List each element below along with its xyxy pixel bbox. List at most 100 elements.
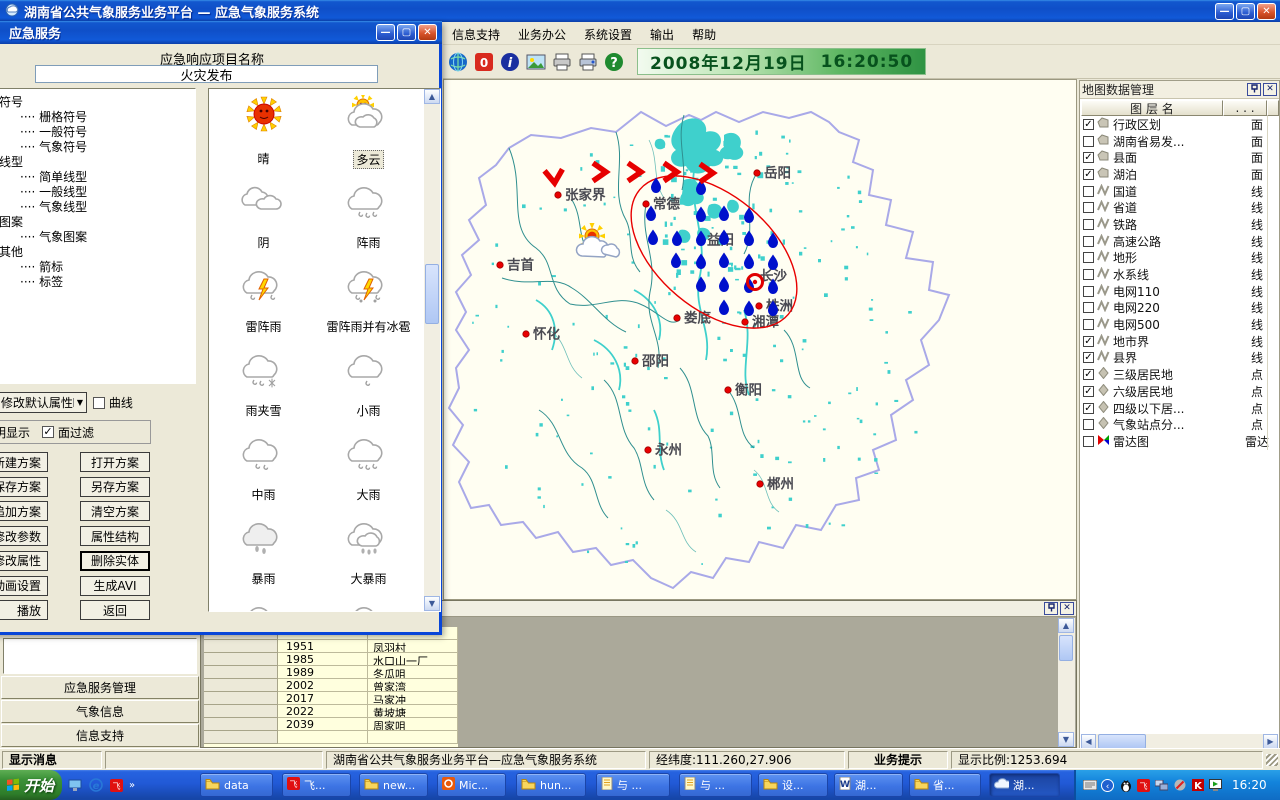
layer-row-雷达图[interactable]: 雷达图雷达 bbox=[1080, 433, 1277, 450]
pin-icon[interactable] bbox=[1247, 83, 1261, 96]
weather-symbol-阵雨[interactable]: 阵雨 bbox=[316, 179, 421, 251]
app-maximize-button[interactable]: ▢ bbox=[1236, 3, 1255, 20]
dialog-minimize-button[interactable]: — bbox=[376, 24, 395, 41]
layer-visibility-checkbox[interactable] bbox=[1083, 269, 1094, 280]
menu-item-信息支持[interactable]: 信息支持 bbox=[443, 24, 509, 45]
tree-item-图案[interactable]: 图案 bbox=[0, 215, 195, 230]
dialog-button-删除实体[interactable]: 删除实体 bbox=[80, 551, 150, 571]
app-close-button[interactable]: ✕ bbox=[1257, 3, 1276, 20]
tray-qq-icon[interactable] bbox=[1118, 778, 1133, 793]
quicklaunch-overflow-icon[interactable]: » bbox=[129, 780, 135, 791]
table-row[interactable]: 2002曾家湾 bbox=[204, 679, 458, 692]
weather-symbol-小雨[interactable]: 小雨 bbox=[316, 347, 421, 419]
dialog-button-动画设置[interactable]: 动画设置 bbox=[0, 576, 48, 596]
scroll-thumb[interactable] bbox=[425, 264, 439, 324]
bottom-vertical-scrollbar[interactable]: ▲ ▼ bbox=[1058, 618, 1075, 747]
layer-col-options-header[interactable]: . . . bbox=[1223, 100, 1267, 116]
tree-item-气象符号[interactable]: ···· 气象符号 bbox=[0, 140, 195, 155]
layer-row-铁路[interactable]: 铁路线 bbox=[1080, 216, 1277, 233]
table-row[interactable]: 2017马家冲 bbox=[204, 692, 458, 705]
station-table[interactable]: 1951凤羽村1985水口山一厂1989冬瓜咀2002曾家湾2017马家冲202… bbox=[204, 627, 458, 747]
table-row[interactable]: 1951凤羽村 bbox=[204, 640, 458, 653]
weather-symbol-暴雨[interactable]: 暴雨 bbox=[211, 515, 316, 587]
layer-visibility-checkbox[interactable] bbox=[1083, 136, 1094, 147]
weather-symbol-中雨[interactable]: 中雨 bbox=[211, 431, 316, 503]
layer-row-电网220[interactable]: 电网220线 bbox=[1080, 300, 1277, 317]
default-attr-dropdown[interactable]: 修改默认属性 ▼ bbox=[0, 392, 87, 413]
sidebar-listbox[interactable] bbox=[3, 638, 197, 674]
weather-symbol-雷阵雨[interactable]: 雷阵雨 bbox=[211, 263, 316, 335]
layer-row-三级居民地[interactable]: ✓三级居民地点 bbox=[1080, 366, 1277, 383]
taskbar-button-Mic...-3[interactable]: Mic... bbox=[437, 773, 506, 797]
scroll-up-icon[interactable]: ▲ bbox=[1058, 618, 1074, 633]
close-icon[interactable]: ✕ bbox=[1060, 602, 1074, 615]
tree-item-标签[interactable]: ···· 标签 bbox=[0, 275, 195, 290]
curve-checkbox[interactable]: 曲线 bbox=[93, 394, 133, 411]
face-filter-checkbox-box[interactable]: ✓ bbox=[42, 426, 54, 438]
symbol-scrollbar[interactable]: ▲ ▼ bbox=[424, 89, 440, 611]
taskbar-button-hun...-4[interactable]: hun... bbox=[516, 773, 586, 797]
tray-monitor-icon[interactable] bbox=[1208, 778, 1223, 793]
printer-alt-icon[interactable] bbox=[576, 50, 599, 73]
layer-row-高速公路[interactable]: 高速公路线 bbox=[1080, 233, 1277, 250]
layer-visibility-checkbox[interactable] bbox=[1083, 319, 1094, 330]
dialog-button-打开方案[interactable]: 打开方案 bbox=[80, 452, 150, 472]
tray-blocked-icon[interactable] bbox=[1172, 778, 1187, 793]
dialog-close-button[interactable]: ✕ bbox=[418, 24, 437, 41]
dialog-button-属性结构[interactable]: 属性结构 bbox=[80, 526, 150, 546]
layer-horizontal-scrollbar[interactable]: ◀ ▶ bbox=[1081, 734, 1278, 749]
dialog-button-返回[interactable]: 返回 bbox=[80, 600, 150, 620]
tray-fetion-icon[interactable]: 飞 bbox=[1136, 778, 1151, 793]
image-icon[interactable] bbox=[524, 50, 547, 73]
layer-row-地形[interactable]: 地形线 bbox=[1080, 250, 1277, 267]
menu-item-业务办公[interactable]: 业务办公 bbox=[509, 24, 575, 45]
dialog-button-另存方案[interactable]: 另存方案 bbox=[80, 477, 150, 497]
tree-item-箭标[interactable]: ···· 箭标 bbox=[0, 260, 195, 275]
layer-visibility-checkbox[interactable]: ✓ bbox=[1083, 369, 1094, 380]
layer-row-省道[interactable]: 省道线 bbox=[1080, 199, 1277, 216]
close-icon[interactable]: ✕ bbox=[1263, 83, 1277, 96]
tree-item-栅格符号[interactable]: ···· 栅格符号 bbox=[0, 110, 195, 125]
weather-symbol-晴[interactable]: 晴 bbox=[211, 95, 316, 167]
tree-item-气象图案[interactable]: ···· 气象图案 bbox=[0, 230, 195, 245]
printer-icon[interactable] bbox=[550, 50, 573, 73]
menu-item-系统设置[interactable]: 系统设置 bbox=[575, 24, 641, 45]
layer-row-行政区划[interactable]: ✓行政区划面 bbox=[1080, 116, 1277, 133]
layer-visibility-checkbox[interactable]: ✓ bbox=[1083, 352, 1094, 363]
globe-icon[interactable] bbox=[446, 50, 469, 73]
transparent-checkbox-label[interactable]: 透明显示 bbox=[0, 424, 30, 441]
table-row[interactable]: 1989冬瓜咀 bbox=[204, 666, 458, 679]
map-canvas[interactable]: 张家界岳阳常德吉首益阳长沙娄底株洲湘潭怀化邵阳衡阳永州郴州 bbox=[444, 80, 1076, 599]
layer-row-电网500[interactable]: 电网500线 bbox=[1080, 316, 1277, 333]
taskbar-button-与 ...-6[interactable]: 与 ... bbox=[679, 773, 752, 797]
tree-item-其他[interactable]: 其他 bbox=[0, 245, 195, 260]
tree-item-简单线型[interactable]: ···· 简单线型 bbox=[0, 170, 195, 185]
sidebar-bar-信息支持[interactable]: 信息支持 bbox=[1, 724, 199, 747]
dialog-button-清空方案[interactable]: 清空方案 bbox=[80, 501, 150, 521]
layer-visibility-checkbox[interactable] bbox=[1083, 286, 1094, 297]
info-icon[interactable]: i bbox=[498, 50, 521, 73]
scroll-down-icon[interactable]: ▼ bbox=[1058, 732, 1074, 747]
stop-icon[interactable]: 0 bbox=[472, 50, 495, 73]
taskbar-button-湖...-10[interactable]: 湖... bbox=[989, 773, 1060, 797]
project-name-input[interactable] bbox=[35, 65, 378, 83]
taskbar-button-湖...-8[interactable]: W湖... bbox=[834, 773, 903, 797]
layer-visibility-checkbox[interactable]: ✓ bbox=[1083, 403, 1094, 414]
layer-row-县面[interactable]: ✓县面面 bbox=[1080, 149, 1277, 166]
layer-visibility-checkbox[interactable]: ✓ bbox=[1083, 386, 1094, 397]
tree-item-线型[interactable]: 线型 bbox=[0, 155, 195, 170]
curve-checkbox-box[interactable] bbox=[93, 397, 105, 409]
quicklaunch-fetion-icon[interactable]: 飞 bbox=[108, 777, 125, 794]
weather-symbol-大雨[interactable]: 大雨 bbox=[316, 431, 421, 503]
weather-symbol-阴[interactable]: 阴 bbox=[211, 179, 316, 251]
scroll-right-icon[interactable]: ▶ bbox=[1263, 734, 1278, 749]
sidebar-bar-气象信息[interactable]: 气象信息 bbox=[1, 700, 199, 723]
layer-row-电网110[interactable]: 电网110线 bbox=[1080, 283, 1277, 300]
layer-row-水系线[interactable]: 水系线线 bbox=[1080, 266, 1277, 283]
menu-item-帮助[interactable]: 帮助 bbox=[683, 24, 725, 45]
scroll-thumb[interactable] bbox=[1098, 734, 1146, 749]
quicklaunch-desktop-icon[interactable] bbox=[66, 777, 83, 794]
layer-row-四级以下居...[interactable]: ✓四级以下居...点 bbox=[1080, 400, 1277, 417]
menu-item-输出[interactable]: 输出 bbox=[641, 24, 683, 45]
layer-row-国道[interactable]: 国道线 bbox=[1080, 183, 1277, 200]
